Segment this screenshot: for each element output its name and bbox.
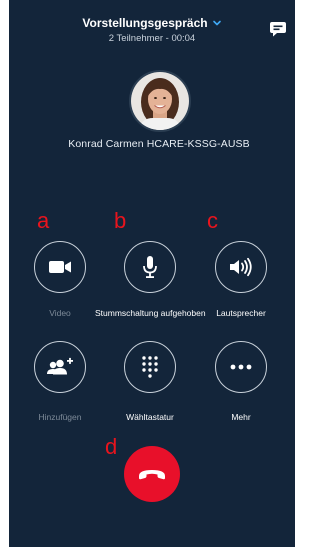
video-camera-icon bbox=[49, 261, 71, 273]
add-people-button[interactable] bbox=[34, 341, 86, 393]
dialpad-icon bbox=[142, 356, 158, 378]
more-dots-icon bbox=[230, 364, 252, 370]
dialpad-label: Wähltastatur bbox=[126, 412, 174, 422]
more-button[interactable] bbox=[215, 341, 267, 393]
call-title-row[interactable]: Vorstellungsgespräch bbox=[82, 16, 221, 30]
marker-a: a bbox=[37, 208, 50, 233]
microphone-icon bbox=[143, 256, 157, 278]
add-people-label: Hinzufügen bbox=[38, 412, 82, 422]
call-header: Vorstellungsgespräch 2 Teilnehmer - 00:0… bbox=[9, 14, 295, 44]
video-button[interactable] bbox=[34, 241, 86, 293]
end-call-button[interactable] bbox=[124, 446, 180, 502]
end-call-icon bbox=[139, 470, 165, 480]
speaker-button[interactable] bbox=[215, 241, 267, 293]
chevron-down-icon[interactable] bbox=[212, 18, 222, 28]
call-subtitle: 2 Teilnehmer - 00:04 bbox=[108, 33, 196, 44]
call-title: Vorstellungsgespräch bbox=[82, 16, 208, 30]
speaker-icon bbox=[230, 257, 252, 277]
chat-bubble-icon[interactable] bbox=[269, 20, 287, 38]
marker-c: c bbox=[207, 208, 218, 233]
speaker-label: Lautsprecher bbox=[216, 308, 266, 318]
marker-d: d bbox=[105, 434, 118, 459]
video-label: Video bbox=[49, 308, 71, 318]
add-people-icon bbox=[47, 357, 73, 375]
mute-button[interactable] bbox=[124, 241, 176, 293]
dialpad-button[interactable] bbox=[124, 341, 176, 393]
caller-photo bbox=[131, 72, 189, 130]
marker-b: b bbox=[114, 208, 127, 233]
mute-label: Stummschaltung aufgehoben bbox=[95, 308, 206, 318]
caller-name: Konrad Carmen HCARE-KSSG-AUSB bbox=[68, 138, 250, 150]
call-screen: Vorstellungsgespräch 2 Teilnehmer - 00:0… bbox=[9, 0, 295, 547]
more-label: Mehr bbox=[231, 412, 251, 422]
caller-avatar bbox=[129, 70, 191, 132]
